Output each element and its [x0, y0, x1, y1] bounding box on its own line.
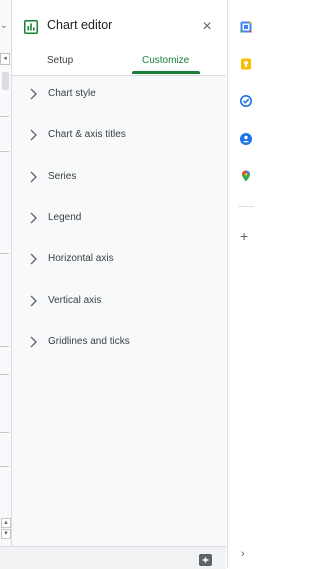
chevron-right-icon [30, 129, 37, 141]
chevron-right-icon [30, 171, 37, 183]
section-label: Chart style [48, 88, 96, 99]
row-divider [0, 151, 9, 152]
tab-setup[interactable]: Setup [47, 46, 73, 75]
keep-icon[interactable] [240, 58, 252, 70]
section-label: Gridlines and ticks [48, 336, 130, 347]
maps-icon[interactable] [240, 170, 252, 182]
scroll-up-icon[interactable]: ▴ [1, 518, 11, 528]
scroll-down-icon[interactable]: ▾ [1, 529, 11, 539]
close-icon[interactable]: × [200, 19, 214, 35]
chart-icon [24, 20, 38, 34]
row-divider [0, 374, 9, 375]
explore-icon[interactable] [199, 554, 212, 566]
section-label: Legend [48, 212, 82, 223]
row-divider [0, 346, 9, 347]
chevron-right-icon [30, 295, 37, 307]
section-horizontal-axis[interactable]: Horizontal axis [12, 245, 226, 273]
chart-editor-panel: Chart editor × Setup Customize Chart sty… [12, 0, 226, 546]
sheet-scrollbar[interactable] [2, 72, 9, 90]
editor-header: Chart editor × [12, 0, 226, 46]
bottom-bar [0, 546, 226, 569]
contacts-icon[interactable] [240, 133, 252, 145]
sheet-grid-edge: ⌄ ◂ ▴ ▾ [0, 0, 12, 546]
section-series[interactable]: Series [12, 163, 226, 191]
side-panel: + › [227, 0, 256, 568]
editor-title: Chart editor [47, 18, 113, 32]
collapse-icon[interactable]: › [241, 548, 245, 560]
section-label: Chart & axis titles [48, 129, 126, 140]
section-label: Vertical axis [48, 295, 102, 306]
add-icon[interactable]: + [240, 229, 248, 243]
chevron-right-icon [30, 212, 37, 224]
side-divider [238, 206, 254, 207]
chevron-right-icon [30, 88, 37, 100]
calendar-icon[interactable] [240, 21, 252, 33]
chevron-down-icon[interactable]: ⌄ [0, 20, 8, 31]
section-chart-axis-titles[interactable]: Chart & axis titles [12, 121, 226, 149]
row-divider [0, 432, 9, 433]
tasks-icon[interactable] [240, 95, 252, 107]
row-divider [0, 116, 9, 117]
section-legend[interactable]: Legend [12, 204, 226, 232]
section-chart-style[interactable]: Chart style [12, 80, 226, 108]
section-gridlines-ticks[interactable]: Gridlines and ticks [12, 328, 226, 356]
chevron-right-icon [30, 336, 37, 348]
section-vertical-axis[interactable]: Vertical axis [12, 287, 226, 315]
scroll-left-icon[interactable]: ◂ [0, 53, 10, 65]
chevron-right-icon [30, 253, 37, 265]
row-divider [0, 253, 9, 254]
section-label: Series [48, 171, 77, 182]
row-divider [0, 466, 9, 467]
section-label: Horizontal axis [48, 253, 114, 264]
active-tab-indicator [132, 71, 200, 74]
